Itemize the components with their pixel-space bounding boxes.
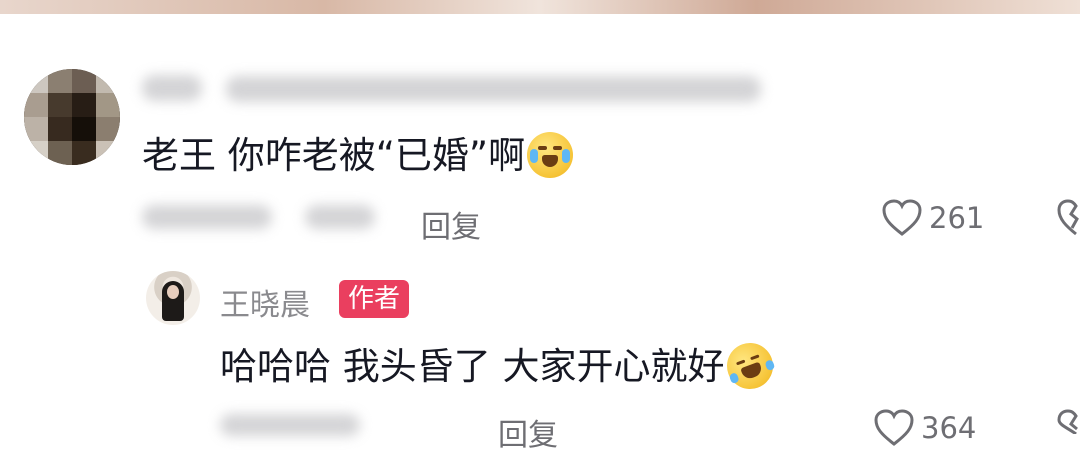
author-name[interactable]: 王晓晨 — [220, 280, 310, 324]
timestamp-redacted — [220, 414, 360, 436]
heart-icon — [882, 199, 922, 236]
reply-text: 哈哈哈 我头昏了 大家开心就好 — [220, 336, 780, 395]
heart-icon — [874, 409, 914, 446]
timestamp-redacted — [142, 205, 272, 229]
like-count: 364 — [921, 411, 977, 445]
like-button[interactable]: 364 — [873, 408, 976, 448]
username-redacted — [142, 75, 202, 101]
avatar[interactable] — [24, 69, 120, 165]
broken-heart-icon[interactable] — [1056, 198, 1080, 238]
like-count: 261 — [929, 201, 985, 235]
avatar[interactable] — [146, 271, 200, 325]
broken-heart-icon[interactable] — [1056, 408, 1080, 434]
crying-face-emoji-icon — [527, 131, 574, 178]
video-bottom-edge — [0, 0, 1080, 14]
laughing-tears-emoji-icon — [720, 336, 780, 395]
comment-text-content: 老王 你咋老被“已婚”啊 — [142, 134, 526, 177]
location-redacted — [305, 205, 375, 229]
reply-text-content: 哈哈哈 我头昏了 大家开心就好 — [220, 345, 725, 388]
reply-button[interactable]: 回复 — [498, 410, 558, 454]
author-badge: 作者 — [339, 280, 410, 318]
like-button[interactable]: 261 — [881, 198, 984, 238]
comment-text: 老王 你咋老被“已婚”啊 — [142, 131, 574, 181]
username-redacted — [226, 76, 761, 102]
reply-button[interactable]: 回复 — [421, 202, 481, 246]
